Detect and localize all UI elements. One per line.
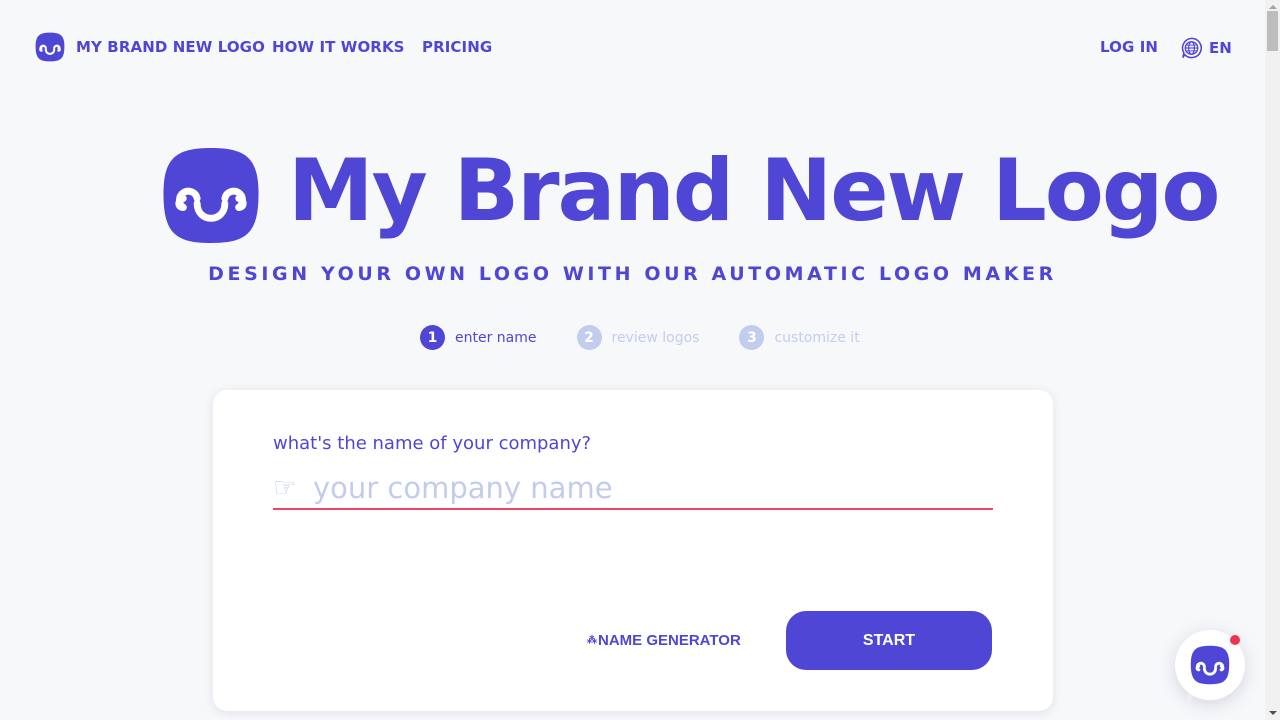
chat-notification-dot [1230, 635, 1240, 645]
scrollbar-thumb[interactable] [1267, 11, 1278, 51]
nav-how-it-works-link[interactable]: HOW IT WORKS [272, 38, 405, 56]
step-number: 3 [739, 325, 765, 350]
hero-subtitle: DESIGN YOUR OWN LOGO WITH OUR AUTOMATIC … [208, 263, 1057, 285]
company-name-label: what's the name of your company? [273, 433, 592, 454]
scroll-down-arrow-icon[interactable] [1269, 711, 1277, 715]
step-number: 1 [420, 325, 445, 350]
step-customize: 3 customize it [739, 325, 860, 350]
scroll-up-arrow-icon[interactable] [1269, 5, 1277, 9]
brand-logo-icon[interactable] [35, 32, 65, 62]
language-selector[interactable]: EN [1180, 35, 1232, 61]
start-button[interactable]: START [786, 611, 992, 670]
language-code: EN [1209, 39, 1232, 57]
name-generator-label: NAME GENERATOR [598, 632, 741, 649]
hero-title: My Brand New Logo [288, 141, 1221, 241]
hero-mascot-logo-icon [161, 146, 261, 245]
pointing-hand-icon: ☞ [273, 473, 297, 503]
step-number: 2 [576, 325, 602, 350]
company-name-field[interactable]: ☞ [273, 468, 993, 510]
company-name-card: what's the name of your company? ☞ ⁂ NAM… [213, 390, 1053, 711]
globe-chat-icon [1181, 37, 1202, 59]
page-scrollbar[interactable] [1265, 0, 1280, 720]
login-link[interactable]: LOG IN [1100, 38, 1158, 56]
step-label: review logos [611, 329, 700, 346]
company-name-input[interactable] [313, 471, 973, 505]
sparkles-icon: ⁂ [587, 635, 597, 646]
name-generator-link[interactable]: ⁂ NAME GENERATOR [587, 632, 741, 649]
step-enter-name: 1 enter name [420, 325, 537, 350]
chat-mascot-icon [1190, 645, 1230, 685]
step-label: enter name [455, 329, 537, 346]
nav-brand-link[interactable]: MY BRAND NEW LOGO [76, 38, 265, 56]
step-review-logos: 2 review logos [576, 325, 700, 350]
step-label: customize it [774, 329, 860, 346]
nav-pricing-link[interactable]: PRICING [422, 38, 492, 56]
progress-steps: 1 enter name 2 review logos 3 customize … [420, 325, 900, 350]
top-nav: MY BRAND NEW LOGO HOW IT WORKS PRICING L… [0, 0, 1265, 94]
